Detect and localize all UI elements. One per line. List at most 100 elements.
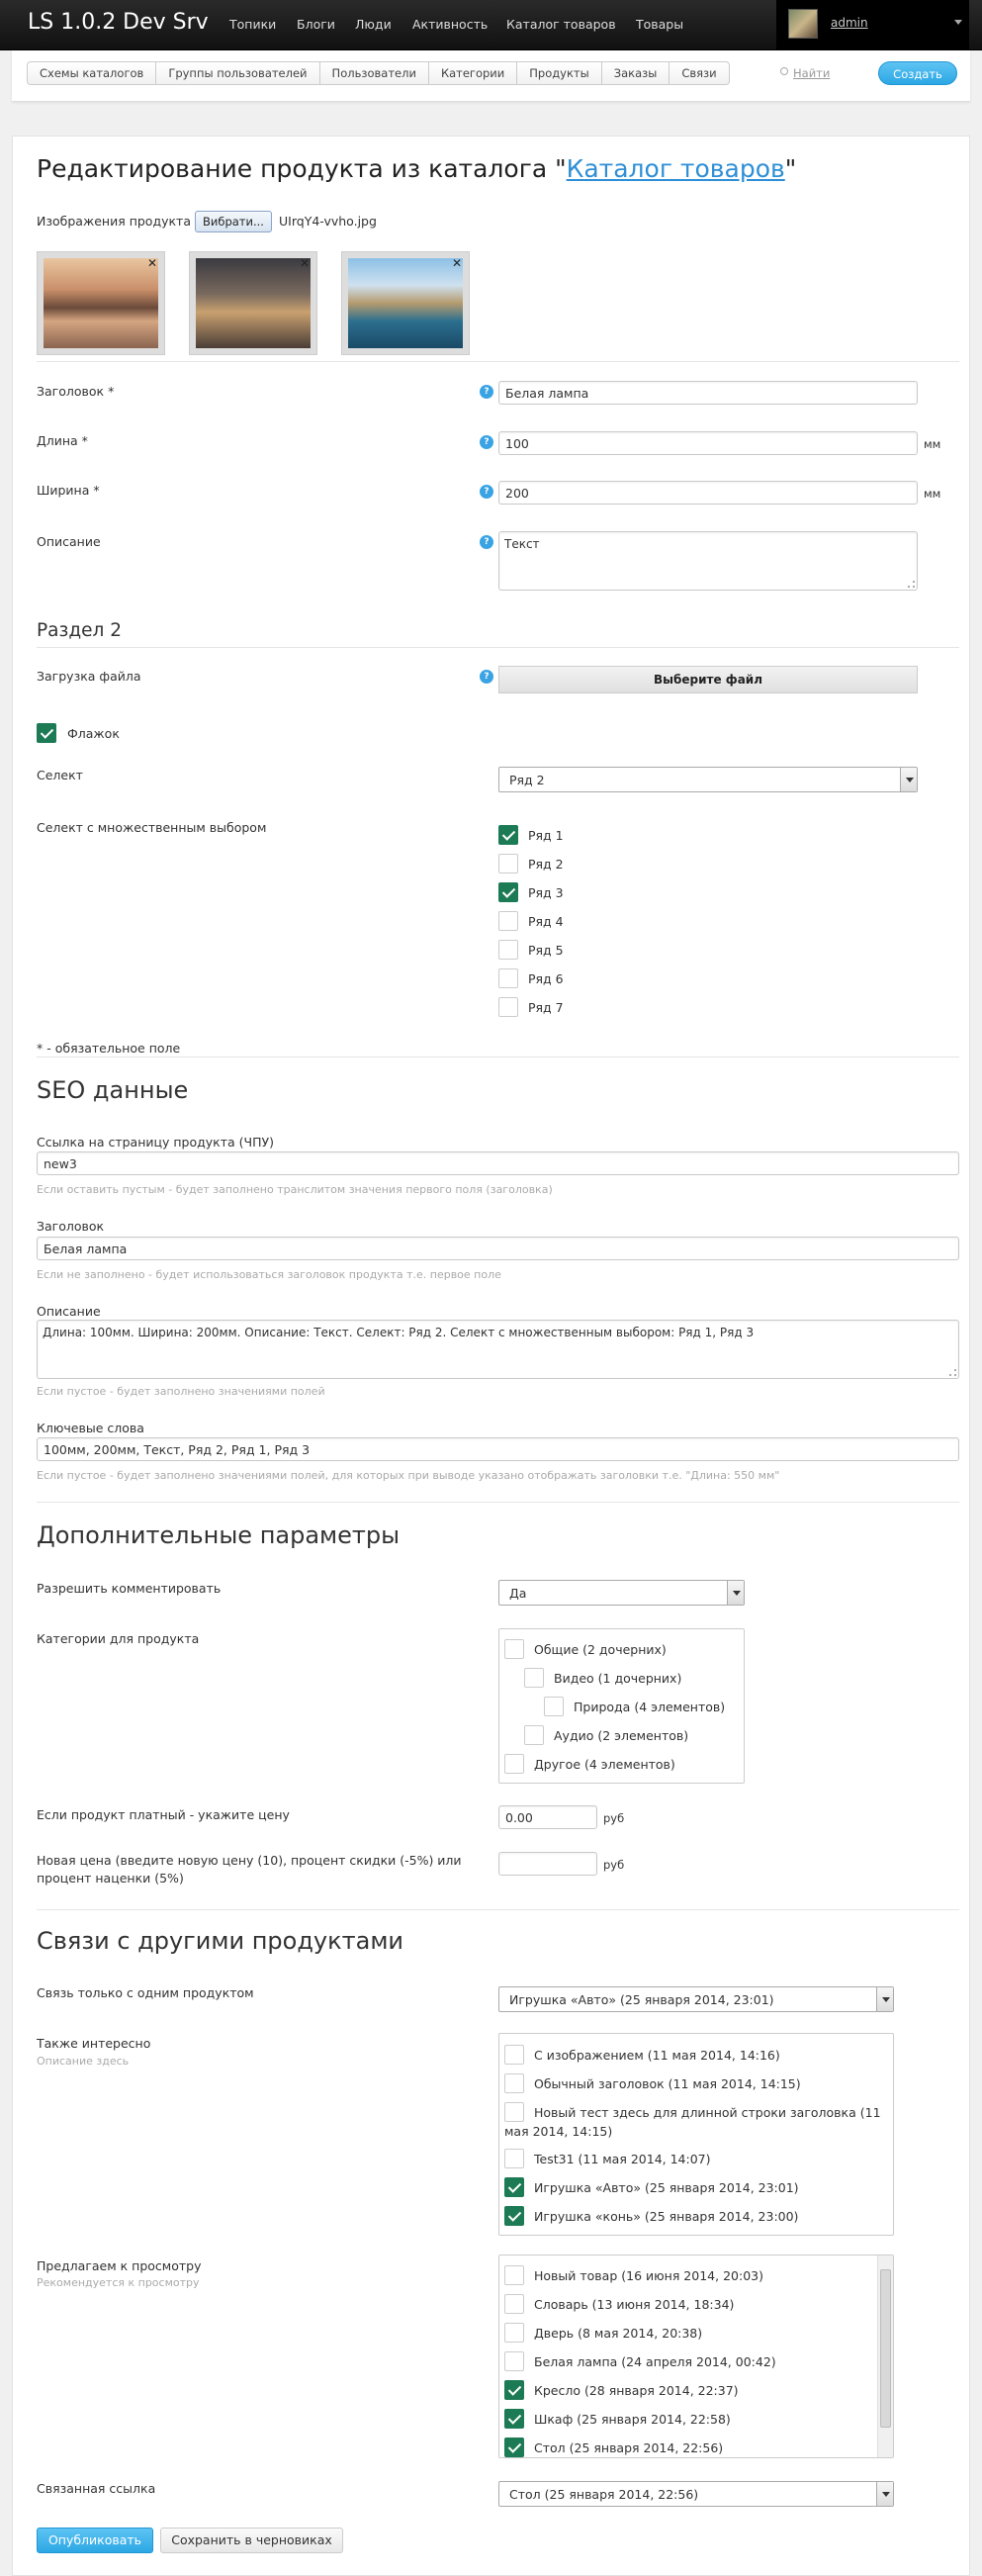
multi-option-checkbox[interactable] [498, 997, 518, 1017]
tab-categories[interactable]: Категории [429, 62, 518, 84]
seo-keywords-hint: Если пустое - будет заполнено значениями… [37, 1469, 780, 1482]
category-checkbox[interactable] [524, 1668, 544, 1688]
username-link[interactable]: admin [831, 16, 868, 30]
category-checkbox[interactable] [524, 1725, 544, 1745]
help-icon[interactable]: ? [480, 535, 493, 549]
offer-hint: Рекомендуется к просмотру [37, 2276, 200, 2289]
offer-item-checkbox[interactable] [504, 2294, 524, 2314]
tab-users[interactable]: Пользователи [320, 62, 429, 84]
also-item-label: Игрушка «конь» (25 января 2014, 23:00) [534, 2209, 799, 2224]
seo-url-label: Ссылка на страницу продукта (ЧПУ) [37, 1135, 274, 1150]
help-icon[interactable]: ? [480, 385, 493, 399]
catalog-link[interactable]: Каталог товаров [567, 154, 785, 183]
nav-activity[interactable]: Активность [412, 17, 488, 32]
save-draft-button[interactable]: Сохранить в черновиках [160, 2528, 343, 2553]
scrollbar[interactable] [877, 2255, 893, 2457]
tab-catalog-schemes[interactable]: Схемы каталогов [28, 62, 157, 84]
required-note: * - обязательное поле [37, 1041, 181, 1056]
nav-blogs[interactable]: Блоги [297, 17, 335, 32]
search-icon [780, 67, 788, 75]
seo-title-input[interactable]: Белая лампа [37, 1237, 959, 1260]
user-menu[interactable]: admin [776, 0, 969, 50]
category-checkbox[interactable] [504, 1639, 524, 1659]
comments-label: Разрешить комментировать [37, 1581, 222, 1596]
also-item-checkbox[interactable] [504, 2177, 524, 2197]
tab-links[interactable]: Связи [670, 62, 728, 84]
image-thumb[interactable]: ✕ [341, 251, 470, 355]
multi-option-checkbox[interactable] [498, 968, 518, 988]
multi-option-label: Ряд 6 [528, 971, 564, 986]
category-checkbox[interactable] [544, 1697, 564, 1716]
multi-option-label: Ряд 5 [528, 943, 564, 958]
site-logo[interactable]: LS 1.0.2 Dev Srv [28, 10, 209, 35]
tab-orders[interactable]: Заказы [602, 62, 670, 84]
offer-item-checkbox[interactable] [504, 2323, 524, 2343]
also-item-label: Test31 (11 мая 2014, 14:07) [534, 2152, 711, 2166]
scrollbar-thumb[interactable] [880, 2269, 891, 2428]
browse-button[interactable]: Вибрати... [195, 211, 272, 232]
chevron-down-icon[interactable] [876, 1987, 893, 2011]
multi-option-checkbox[interactable] [498, 854, 518, 874]
publish-button[interactable]: Опубликовать [37, 2528, 153, 2553]
nav-people[interactable]: Люди [355, 17, 392, 32]
title-input[interactable]: Белая лампа [498, 381, 918, 405]
also-item-checkbox[interactable] [504, 2045, 524, 2065]
offer-item-checkbox[interactable] [504, 2380, 524, 2400]
seo-desc-textarea[interactable]: Длина: 100мм. Ширина: 200мм. Описание: Т… [37, 1320, 959, 1379]
category-checkbox[interactable] [504, 1754, 524, 1774]
chevron-down-icon[interactable] [727, 1581, 744, 1605]
flag-checkbox[interactable] [37, 723, 56, 743]
comments-select[interactable]: Да [498, 1580, 745, 1606]
multi-option-checkbox[interactable] [498, 882, 518, 902]
seo-url-input[interactable]: new3 [37, 1151, 959, 1175]
offer-item-checkbox[interactable] [504, 2351, 524, 2371]
avatar[interactable] [788, 9, 818, 39]
admin-subnav: Схемы каталогов Группы пользователей Пол… [12, 50, 970, 102]
row-select[interactable]: Ряд 2 [498, 767, 918, 792]
offer-item-checkbox[interactable] [504, 2265, 524, 2285]
image-thumb[interactable]: ✕ [37, 251, 165, 355]
image-thumb[interactable]: ✕ [189, 251, 317, 355]
also-item-label-cont: мая 2014, 14:15) [504, 2124, 613, 2139]
multi-option-checkbox[interactable] [498, 911, 518, 931]
section-2-heading: Раздел 2 [37, 620, 122, 641]
multi-option-checkbox[interactable] [498, 825, 518, 845]
tab-user-groups[interactable]: Группы пользователей [156, 62, 320, 84]
close-icon[interactable]: ✕ [146, 257, 158, 269]
offer-item-checkbox[interactable] [504, 2409, 524, 2429]
nav-catalog[interactable]: Каталог товаров [506, 17, 616, 32]
nav-products[interactable]: Товары [636, 17, 683, 32]
flag-label: Флажок [67, 726, 120, 741]
help-icon[interactable]: ? [480, 435, 493, 449]
also-item-checkbox[interactable] [504, 2102, 524, 2122]
resize-handle[interactable] [908, 581, 915, 588]
offer-item-label: Новый товар (16 июня 2014, 20:03) [534, 2268, 763, 2283]
close-icon[interactable]: ✕ [299, 257, 311, 269]
offer-item-checkbox[interactable] [504, 2438, 524, 2457]
seo-keywords-input[interactable]: 100мм, 200мм, Текст, Ряд 2, Ряд 1, Ряд 3 [37, 1437, 959, 1461]
choose-file-button[interactable]: Выберите файл [498, 666, 918, 693]
images-label: Изображения продукта [37, 214, 191, 229]
nav-topics[interactable]: Топики [229, 17, 276, 32]
help-icon[interactable]: ? [480, 485, 493, 499]
single-link-select[interactable]: Игрушка «Авто» (25 января 2014, 23:01) [498, 1986, 894, 2012]
chevron-down-icon[interactable] [900, 768, 917, 791]
price-input[interactable]: 0.00 [498, 1805, 597, 1829]
resize-handle[interactable] [949, 1369, 956, 1376]
newprice-input[interactable] [498, 1852, 597, 1876]
also-item-checkbox[interactable] [504, 2206, 524, 2226]
also-item-checkbox[interactable] [504, 2149, 524, 2168]
description-textarea[interactable]: Текст [498, 531, 918, 591]
length-input[interactable]: 100 [498, 431, 918, 455]
help-icon[interactable]: ? [480, 670, 493, 684]
also-item-checkbox[interactable] [504, 2073, 524, 2093]
search-link[interactable]: Найти [780, 66, 830, 80]
create-button[interactable]: Создать [878, 61, 957, 85]
close-icon[interactable]: ✕ [451, 257, 463, 269]
width-input[interactable]: 200 [498, 481, 918, 505]
multi-option-checkbox[interactable] [498, 940, 518, 960]
chevron-down-icon[interactable] [876, 2482, 893, 2506]
tab-products[interactable]: Продукты [517, 62, 602, 84]
related-link-select[interactable]: Стол (25 января 2014, 22:56) [498, 2481, 894, 2507]
chevron-down-icon[interactable] [954, 20, 962, 25]
